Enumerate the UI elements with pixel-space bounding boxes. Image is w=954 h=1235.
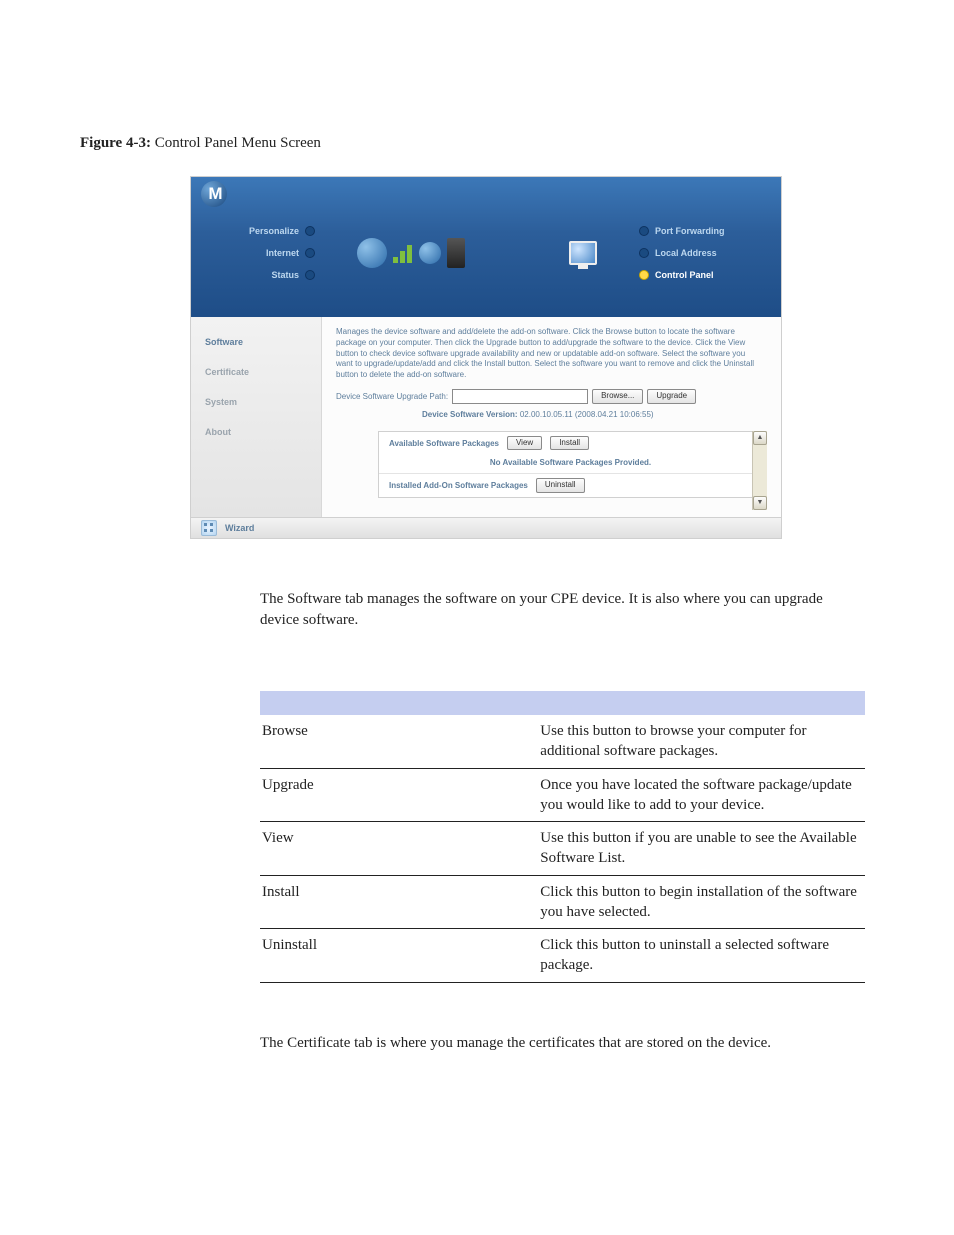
wizard-icon[interactable] bbox=[201, 520, 217, 536]
row-name: Install bbox=[260, 875, 538, 929]
nav-port-forwarding[interactable]: Port Forwarding bbox=[639, 226, 725, 236]
version-value: 02.00.10.05.11 (2008.04.21 10:06:55) bbox=[520, 410, 654, 419]
row-desc: Use this button if you are unable to see… bbox=[538, 822, 865, 876]
table-header-blank bbox=[260, 691, 538, 715]
nav-label: Port Forwarding bbox=[655, 226, 725, 236]
row-name: View bbox=[260, 822, 538, 876]
sidebar-item-certificate[interactable]: Certificate bbox=[191, 357, 321, 387]
center-icons bbox=[329, 213, 625, 293]
nav-dot-icon bbox=[305, 226, 315, 236]
figure-caption: Figure 4-3: Control Panel Menu Screen bbox=[80, 135, 874, 152]
upgrade-path-row: Device Software Upgrade Path: Browse... … bbox=[336, 389, 767, 404]
browse-button[interactable]: Browse... bbox=[592, 389, 643, 403]
nav-label: Local Address bbox=[655, 248, 717, 258]
nav-dot-icon bbox=[639, 226, 649, 236]
nav-dot-icon bbox=[305, 270, 315, 280]
row-name: Browse bbox=[260, 715, 538, 768]
globe-icon bbox=[357, 238, 387, 268]
available-packages-title: Available Software Packages bbox=[389, 439, 499, 448]
monitor-icon bbox=[569, 241, 597, 265]
install-button[interactable]: Install bbox=[550, 436, 589, 450]
nav-local-address[interactable]: Local Address bbox=[639, 248, 717, 258]
nav-dot-icon bbox=[639, 270, 649, 280]
nav-label: Personalize bbox=[249, 226, 299, 236]
table-row: Install Click this button to begin insta… bbox=[260, 875, 865, 929]
version-row: Device Software Version: 02.00.10.05.11 … bbox=[336, 410, 767, 419]
row-desc: Click this button to begin installation … bbox=[538, 875, 865, 929]
sidebar: Software Certificate System About bbox=[191, 317, 322, 517]
nav-internet[interactable]: Internet bbox=[266, 248, 315, 258]
sidebar-item-system[interactable]: System bbox=[191, 387, 321, 417]
scrollbar[interactable]: ▲ ▼ bbox=[752, 431, 767, 510]
installed-packages-title: Installed Add-On Software Packages bbox=[389, 481, 528, 490]
table-header-blank bbox=[538, 691, 865, 715]
software-description: Manages the device software and add/dele… bbox=[336, 327, 767, 381]
refresh-icon bbox=[419, 242, 441, 264]
paragraph-after-table: The Certificate tab is where you manage … bbox=[260, 1033, 865, 1054]
table-row: Uninstall Click this button to uninstall… bbox=[260, 929, 865, 983]
nav-label: Internet bbox=[266, 248, 299, 258]
nav-dot-icon bbox=[305, 248, 315, 258]
scroll-up-icon[interactable]: ▲ bbox=[753, 431, 767, 445]
upgrade-button[interactable]: Upgrade bbox=[647, 389, 696, 403]
device-tower-icon bbox=[447, 238, 465, 268]
nav-label: Control Panel bbox=[655, 270, 714, 280]
nav-dot-icon bbox=[639, 248, 649, 258]
row-name: Uninstall bbox=[260, 929, 538, 983]
table-row: Upgrade Once you have located the softwa… bbox=[260, 768, 865, 822]
main-panel: Manages the device software and add/dele… bbox=[322, 317, 781, 517]
buttons-table: Browse Use this button to browse your co… bbox=[260, 691, 865, 983]
scroll-down-icon[interactable]: ▼ bbox=[753, 496, 767, 510]
figure-label: Figure 4-3: bbox=[80, 135, 151, 151]
signal-bars-icon bbox=[393, 243, 413, 263]
view-button[interactable]: View bbox=[507, 436, 542, 450]
upgrade-path-label: Device Software Upgrade Path: bbox=[336, 392, 448, 401]
table-row: Browse Use this button to browse your co… bbox=[260, 715, 865, 768]
left-nav: Personalize Internet Status bbox=[191, 213, 329, 293]
nav-label: Status bbox=[271, 270, 299, 280]
right-nav: Port Forwarding Local Address Control Pa… bbox=[625, 213, 781, 293]
row-desc: Once you have located the software packa… bbox=[538, 768, 865, 822]
figure-title: Control Panel Menu Screen bbox=[155, 135, 321, 151]
app-header: M Personalize Internet Status bbox=[191, 177, 781, 317]
row-desc: Click this button to uninstall a selecte… bbox=[538, 929, 865, 983]
sidebar-item-software[interactable]: Software bbox=[191, 327, 321, 357]
motorola-logo-icon: M bbox=[201, 181, 227, 207]
nav-status[interactable]: Status bbox=[271, 270, 315, 280]
nav-control-panel[interactable]: Control Panel bbox=[639, 270, 714, 280]
control-panel-screenshot: M Personalize Internet Status bbox=[190, 176, 782, 539]
sidebar-item-about[interactable]: About bbox=[191, 417, 321, 447]
version-label: Device Software Version: bbox=[422, 410, 518, 419]
no-available-message: No Available Software Packages Provided. bbox=[379, 454, 762, 473]
table-row: View Use this button if you are unable t… bbox=[260, 822, 865, 876]
nav-personalize[interactable]: Personalize bbox=[249, 226, 315, 236]
row-desc: Use this button to browse your computer … bbox=[538, 715, 865, 768]
packages-panel: Available Software Packages View Install… bbox=[378, 431, 763, 498]
wizard-label[interactable]: Wizard bbox=[225, 523, 254, 533]
paragraph-after-figure: The Software tab manages the software on… bbox=[260, 589, 865, 631]
upgrade-path-input[interactable] bbox=[452, 389, 588, 404]
uninstall-button[interactable]: Uninstall bbox=[536, 478, 585, 492]
footer-bar: Wizard bbox=[191, 517, 781, 538]
row-name: Upgrade bbox=[260, 768, 538, 822]
